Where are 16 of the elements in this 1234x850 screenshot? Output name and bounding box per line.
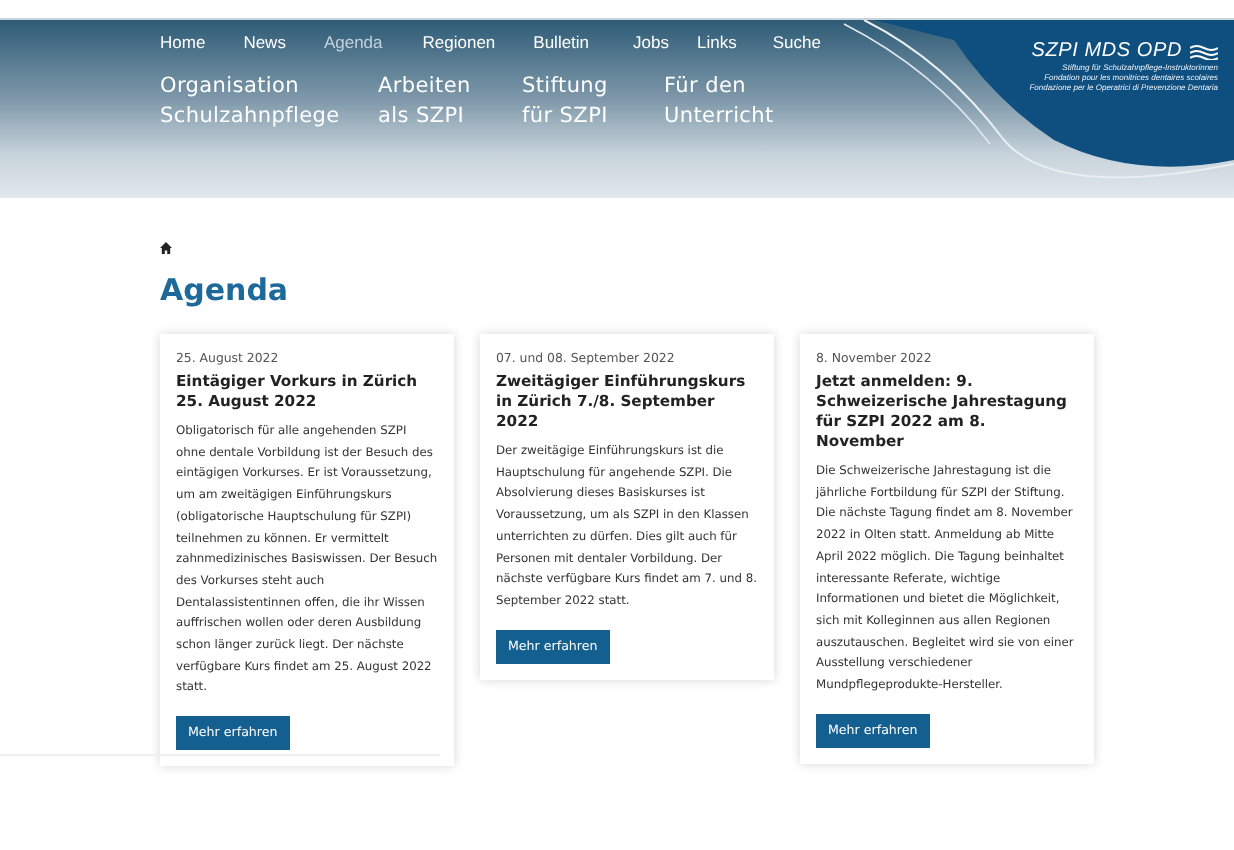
menu-link[interactable]: Arbeiten als SZPI <box>378 72 522 132</box>
nav-link[interactable]: Links <box>697 32 737 52</box>
logo-title: SZPI MDS OPD <box>1031 40 1182 62</box>
nav-link[interactable]: Bulletin <box>533 32 590 52</box>
page-title: Agenda <box>160 272 291 308</box>
nav-link[interactable]: News <box>243 32 286 52</box>
menu-link[interactable]: Stiftung für SZPI <box>522 72 664 132</box>
home-icon[interactable] <box>160 242 172 254</box>
nav-link[interactable]: Agenda <box>323 32 383 52</box>
menu-link[interactable]: Organisation Schulzahnpflege <box>160 72 378 132</box>
wave-icon <box>1190 43 1218 59</box>
nav-link[interactable]: Suche <box>772 32 821 52</box>
nav-link[interactable]: Home <box>160 32 206 52</box>
menu-link[interactable]: Für den Unterricht <box>664 72 824 132</box>
nav-link[interactable]: Jobs <box>633 32 670 52</box>
nav-link[interactable]: Regionen <box>422 32 496 52</box>
